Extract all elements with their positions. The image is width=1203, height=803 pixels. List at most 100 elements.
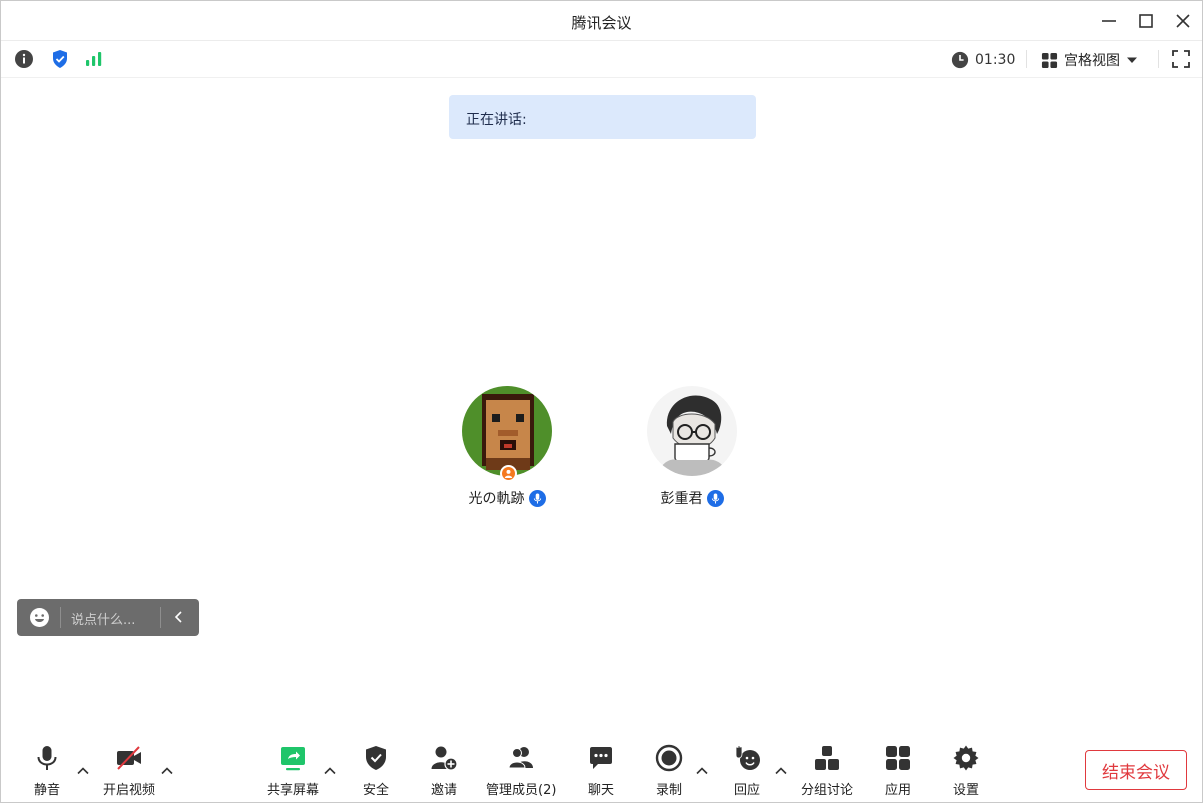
- participant-tile[interactable]: 彭重君: [622, 386, 762, 508]
- mic-on-badge: [706, 489, 724, 507]
- avatar: [647, 386, 737, 476]
- security-button[interactable]: 安全: [361, 743, 391, 798]
- mic-icon: [533, 493, 541, 503]
- raise-hand-smiley-icon: [735, 745, 760, 770]
- active-speaker-label: 正在讲话:: [466, 112, 527, 128]
- quick-chat-box: 说点什么...: [17, 599, 199, 636]
- fullscreen-icon: [1172, 50, 1190, 68]
- host-user-icon: [504, 469, 513, 478]
- meeting-toolbar: 静音 开启视频 共享屏幕 安全 邀请 管理成员(2) 聊天 录制 回应 分组讨论…: [1, 737, 1202, 803]
- clock-icon: [951, 51, 969, 69]
- participant-name-row: 光の軌跡: [437, 488, 577, 508]
- mute-label: 静音: [33, 783, 60, 798]
- avatar: [462, 386, 552, 482]
- end-meeting-button[interactable]: 结束会议: [1085, 750, 1187, 790]
- manage-members-button[interactable]: 管理成员(2): [486, 743, 556, 798]
- chevron-up-icon: [324, 767, 336, 775]
- caret-down-icon: [1127, 57, 1137, 63]
- share-screen-button[interactable]: 共享屏幕: [267, 743, 319, 798]
- start-video-button[interactable]: 开启视频: [103, 743, 155, 798]
- active-speaker-banner: 正在讲话:: [449, 95, 756, 139]
- record-label: 录制: [655, 783, 682, 798]
- emoji-button[interactable]: [29, 607, 50, 628]
- minimize-icon: [1102, 20, 1116, 22]
- manage-members-label: 管理成员(2): [486, 783, 557, 798]
- video-options-caret[interactable]: [160, 763, 174, 777]
- sketch-portrait-avatar: [647, 386, 737, 476]
- reactions-button[interactable]: 回应: [732, 743, 762, 798]
- participant-name: 光の軌跡: [468, 491, 525, 507]
- participant-name-row: 彭重君: [622, 488, 762, 508]
- chevron-up-icon: [775, 767, 787, 775]
- participant-tile[interactable]: 光の軌跡: [437, 386, 577, 508]
- network-status-button[interactable]: [84, 49, 104, 69]
- status-bar: 01:30 宫格视图: [1, 41, 1202, 78]
- mic-on-badge: [528, 489, 546, 507]
- participant-name: 彭重君: [660, 491, 703, 507]
- chevron-up-icon: [696, 767, 708, 775]
- divider: [1158, 50, 1159, 68]
- start-video-label: 开启视频: [103, 783, 156, 798]
- apps-button[interactable]: 应用: [883, 743, 913, 798]
- divider: [160, 607, 161, 628]
- chevron-up-icon: [77, 767, 89, 775]
- grid-view-icon: [1041, 52, 1058, 68]
- divider: [1026, 50, 1027, 68]
- microphone-icon: [37, 746, 57, 770]
- signal-bars-icon: [86, 52, 102, 66]
- apps-label: 应用: [884, 783, 911, 798]
- meeting-info-button[interactable]: [14, 49, 34, 69]
- share-options-caret[interactable]: [323, 763, 337, 777]
- reactions-label: 回应: [733, 783, 760, 798]
- mute-button[interactable]: 静音: [32, 743, 62, 798]
- collapse-chat-button[interactable]: [170, 608, 188, 626]
- smiley-icon: [30, 608, 49, 627]
- timer-text: 01:30: [975, 52, 1016, 68]
- chat-bubble-icon: [590, 747, 612, 769]
- record-options-caret[interactable]: [695, 763, 709, 777]
- chat-button[interactable]: 聊天: [586, 743, 616, 798]
- divider: [60, 607, 61, 628]
- invite-button[interactable]: 邀请: [429, 743, 459, 798]
- apps-grid-icon: [886, 746, 910, 770]
- breakout-rooms-icon: [815, 746, 839, 770]
- video-off-icon: [117, 746, 141, 770]
- close-icon: [1176, 14, 1190, 28]
- record-icon: [655, 744, 683, 772]
- maximize-icon: [1139, 14, 1153, 28]
- gear-icon: [953, 745, 979, 771]
- security-label: 安全: [362, 783, 389, 798]
- invite-label: 邀请: [430, 783, 457, 798]
- fullscreen-button[interactable]: [1171, 49, 1191, 69]
- audio-options-caret[interactable]: [76, 763, 90, 777]
- encryption-button[interactable]: [50, 49, 70, 69]
- meeting-timer: 01:30: [951, 50, 1015, 70]
- share-screen-icon: [281, 747, 305, 771]
- settings-button[interactable]: 设置: [951, 743, 981, 798]
- reactions-options-caret[interactable]: [774, 763, 788, 777]
- minimize-button[interactable]: [1099, 11, 1119, 31]
- host-badge: [500, 465, 517, 482]
- members-icon: [508, 747, 534, 769]
- close-button[interactable]: [1173, 11, 1193, 31]
- meeting-window: 腾讯会议 01:30 宫格视图 正在讲话: 光の軌跡 彭重君 说点什么... 静…: [0, 0, 1203, 803]
- view-mode-selector[interactable]: 宫格视图: [1041, 50, 1138, 70]
- shield-icon: [366, 746, 386, 770]
- add-user-icon: [431, 746, 458, 771]
- maximize-button[interactable]: [1136, 11, 1156, 31]
- breakout-rooms-button[interactable]: 分组讨论: [801, 743, 853, 798]
- pixel-face-avatar: [462, 386, 552, 476]
- mic-icon: [711, 493, 719, 503]
- settings-label: 设置: [952, 783, 979, 798]
- share-screen-label: 共享屏幕: [267, 783, 320, 798]
- chat-input[interactable]: 说点什么...: [71, 609, 135, 628]
- view-mode-label: 宫格视图: [1064, 53, 1120, 69]
- shield-check-icon: [53, 50, 67, 68]
- title-bar: 腾讯会议: [1, 1, 1202, 41]
- info-icon: [15, 50, 33, 68]
- chevron-up-icon: [161, 767, 173, 775]
- chat-label: 聊天: [587, 783, 614, 798]
- record-button[interactable]: 录制: [654, 743, 684, 798]
- chevron-left-icon: [174, 611, 182, 623]
- breakout-rooms-label: 分组讨论: [801, 783, 854, 798]
